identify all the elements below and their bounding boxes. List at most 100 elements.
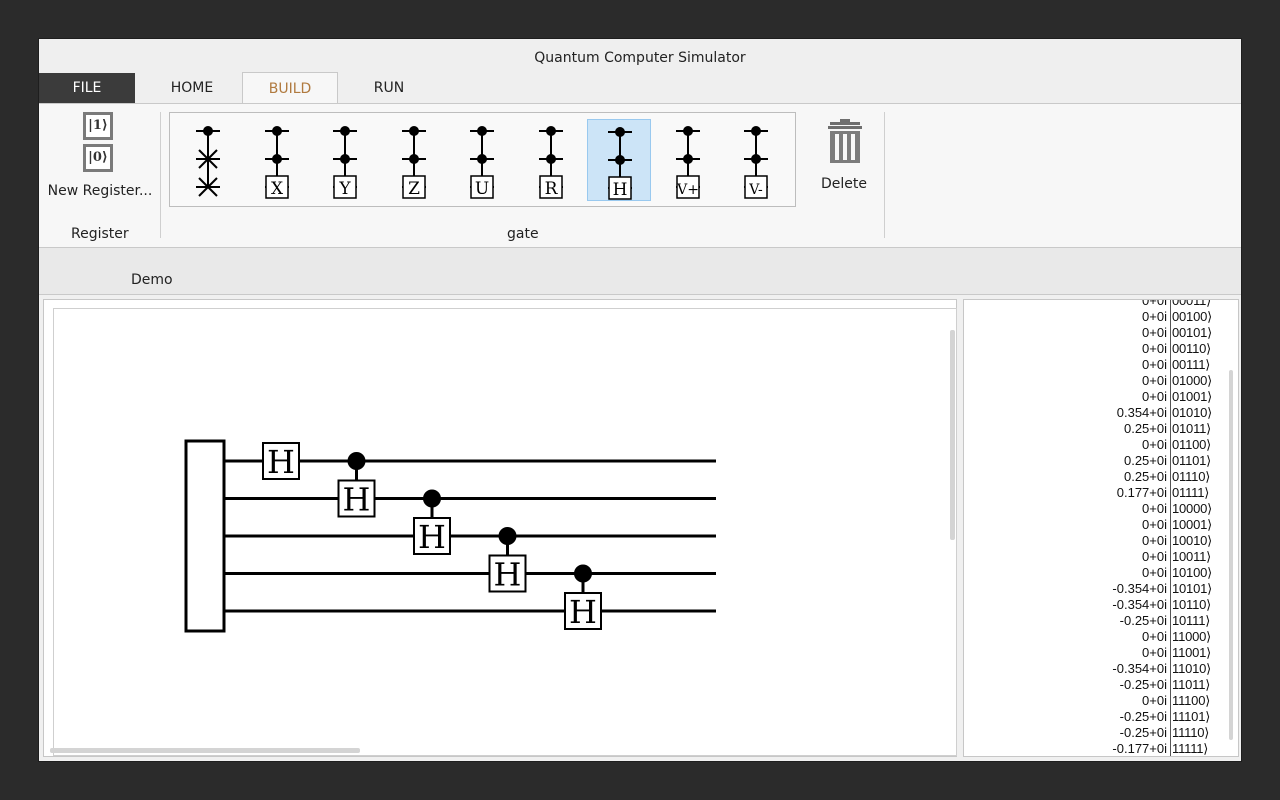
state-ket: 11110⟩: [1172, 725, 1210, 740]
gate-label: H: [569, 593, 597, 631]
gate-button-ch[interactable]: H: [587, 119, 651, 201]
state-row: 0+0i 11000⟩: [964, 629, 1224, 645]
state-amplitude: 0+0i: [1142, 549, 1167, 564]
state-row: 0+0i 10011⟩: [964, 549, 1224, 565]
tab-home[interactable]: HOME: [159, 73, 225, 103]
ket-zero-icon: |0⟩: [83, 144, 113, 172]
state-ket: 01000⟩: [1172, 373, 1213, 388]
state-ket: 01001⟩: [1172, 389, 1213, 404]
state-ket: 11001⟩: [1172, 645, 1212, 660]
state-amplitude: 0+0i: [1142, 565, 1167, 580]
state-ket: 01010⟩: [1172, 405, 1213, 420]
register-group-label: Register: [71, 226, 129, 242]
app-window: Quantum Computer Simulator FILE HOME BUI…: [38, 38, 1242, 762]
circuit-canvas[interactable]: H H H H H: [53, 308, 957, 756]
state-amplitude: -0.25+0i: [1119, 725, 1167, 740]
control-dot[interactable]: [498, 527, 517, 545]
document-tabs: Demo: [39, 248, 1241, 295]
state-row: -0.177+0i 11111⟩: [964, 741, 1224, 756]
delete-button[interactable]: Delete: [809, 118, 879, 198]
state-ket: 10100⟩: [1172, 565, 1213, 580]
state-row: 0+0i 01100⟩: [964, 437, 1224, 453]
tab-build[interactable]: BUILD: [242, 72, 338, 103]
circuit-diagram[interactable]: H H H H H: [54, 309, 956, 755]
gate-button-cu[interactable]: U: [450, 119, 514, 201]
new-register-label: New Register...: [47, 183, 153, 199]
gate-button-cy[interactable]: Y: [313, 119, 377, 201]
state-ket: 00100⟩: [1172, 309, 1213, 324]
new-register-button[interactable]: |1⟩ |0⟩ New Register...: [45, 110, 155, 200]
tab-file[interactable]: FILE: [39, 73, 135, 103]
state-row: 0+0i 00101⟩: [964, 325, 1224, 341]
gate-label: Y: [338, 179, 351, 199]
state-row: 0.354+0i 01010⟩: [964, 405, 1224, 421]
cr-gate-icon: R: [538, 126, 563, 199]
state-row: 0+0i 00110⟩: [964, 341, 1224, 357]
state-amplitude: 0+0i: [1142, 299, 1167, 308]
gate-label: H: [343, 481, 371, 519]
state-amplitude: 0+0i: [1142, 309, 1167, 324]
gate-label: X: [270, 179, 283, 199]
gate-button-cvplus[interactable]: V+: [656, 119, 720, 201]
state-row: 0+0i 10010⟩: [964, 533, 1224, 549]
gate-button-cz[interactable]: Z: [382, 119, 446, 201]
window-title: Quantum Computer Simulator: [39, 39, 1241, 73]
state-row: 0.25+0i 01110⟩: [964, 469, 1224, 485]
ch-gate-icon: H: [608, 127, 632, 200]
state-row: -0.354+0i 10110⟩: [964, 597, 1224, 613]
cx-gate-icon: X: [264, 126, 289, 199]
horizontal-scrollbar[interactable]: [50, 748, 360, 753]
state-ket: 10110⟩: [1172, 597, 1212, 612]
state-ket: 01011⟩: [1172, 421, 1212, 436]
tab-run[interactable]: RUN: [361, 73, 417, 103]
state-ket: 00011⟩: [1172, 299, 1212, 308]
gate-label: H: [418, 518, 446, 556]
state-vector-panel: 0+0i 00011⟩ 0+0i 00100⟩ 0+0i 00101⟩ 0+0i 00110⟩…: [963, 299, 1239, 757]
gate-button-cx[interactable]: X: [245, 119, 309, 201]
state-scrollbar[interactable]: [1229, 370, 1233, 740]
state-ket: 00111⟩: [1172, 357, 1211, 372]
state-ket: 10111⟩: [1172, 613, 1211, 628]
state-amplitude: 0+0i: [1142, 629, 1167, 644]
state-amplitude: 0+0i: [1142, 373, 1167, 388]
cy-gate-icon: Y: [333, 126, 357, 199]
group-divider: [160, 112, 161, 238]
state-ket: 01111⟩: [1172, 485, 1210, 500]
state-amplitude: -0.25+0i: [1119, 677, 1167, 692]
state-row: 0.25+0i 01011⟩: [964, 421, 1224, 437]
swap-gate-icon: [196, 126, 220, 197]
state-row: 0+0i 10100⟩: [964, 565, 1224, 581]
control-dot[interactable]: [423, 489, 441, 508]
ribbon: |1⟩ |0⟩ New Register... Register X Y Z U R H V…: [39, 104, 1241, 248]
control-dot[interactable]: [574, 564, 592, 583]
state-row: -0.25+0i 11011⟩: [964, 677, 1224, 693]
state-ket: 11000⟩: [1172, 629, 1212, 644]
state-amplitude: 0+0i: [1142, 341, 1167, 356]
state-amplitude: 0+0i: [1142, 389, 1167, 404]
state-amplitude: 0+0i: [1142, 693, 1167, 708]
gate-label: R: [544, 179, 558, 199]
tab-demo[interactable]: Demo: [131, 272, 173, 288]
ribbon-tabs: FILE HOME BUILD RUN: [39, 72, 1241, 104]
state-amplitude: -0.25+0i: [1119, 613, 1167, 628]
gate-label: H: [613, 180, 628, 200]
gate-button-swap[interactable]: [176, 119, 240, 201]
circuit-editor: H H H H H: [43, 299, 957, 757]
state-amplitude: 0+0i: [1142, 517, 1167, 532]
state-row: 0+0i 11100⟩: [964, 693, 1224, 709]
state-row: 0+0i 11001⟩: [964, 645, 1224, 661]
register-block[interactable]: [184, 439, 226, 633]
state-row: -0.25+0i 11101⟩: [964, 709, 1224, 725]
state-ket: 10000⟩: [1172, 501, 1213, 516]
trash-icon: [828, 119, 862, 163]
control-dot[interactable]: [347, 452, 366, 470]
group-divider: [884, 112, 885, 238]
gate-label: U: [475, 179, 489, 199]
gate-button-cr[interactable]: R: [519, 119, 583, 201]
gate-label: V-: [748, 182, 763, 198]
gate-button-cvminus[interactable]: V-: [724, 119, 788, 201]
state-amplitude: 0.25+0i: [1123, 421, 1167, 436]
state-row: 0+0i 01000⟩: [964, 373, 1224, 389]
state-ket: 11100⟩: [1172, 693, 1211, 708]
vertical-scrollbar[interactable]: [950, 330, 955, 540]
